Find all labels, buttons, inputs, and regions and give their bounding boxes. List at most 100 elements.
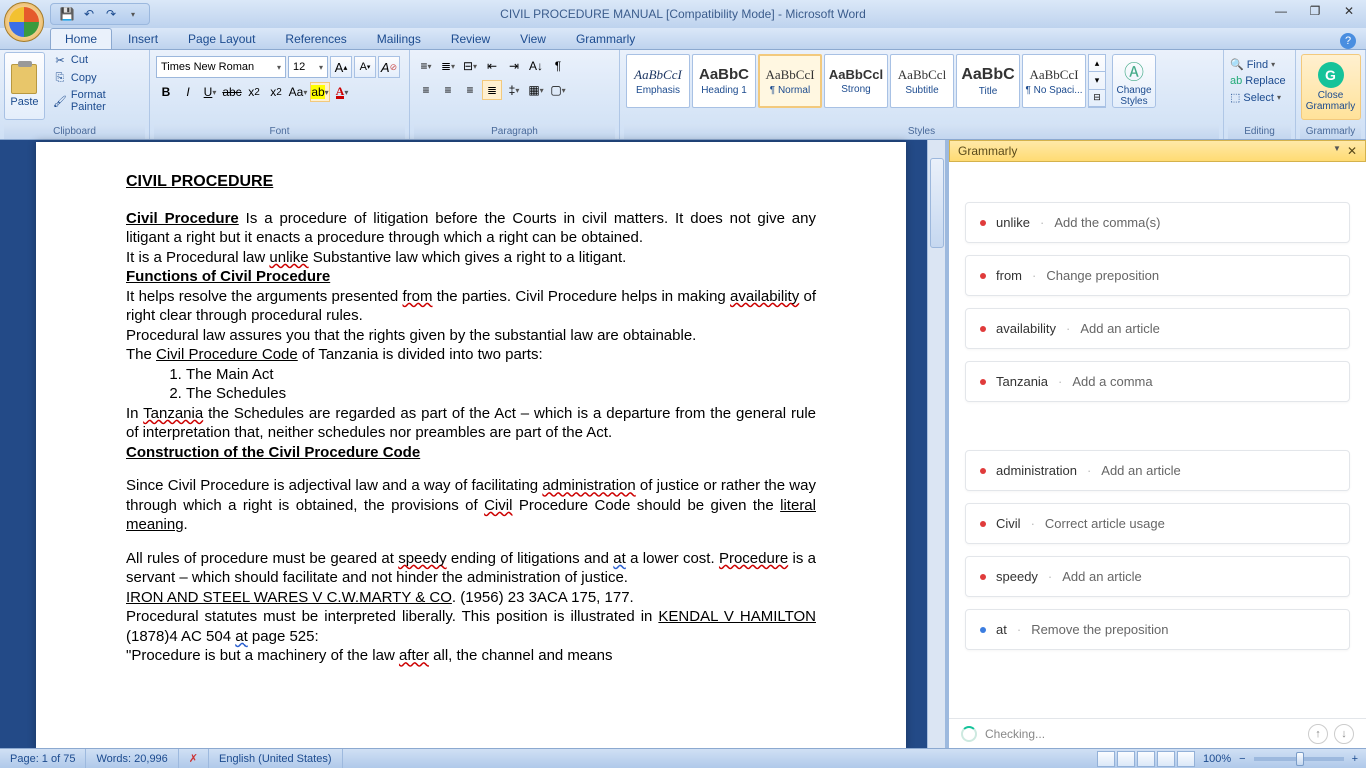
font-size-combo[interactable]: 12▾ <box>288 56 328 78</box>
italic-button[interactable]: I <box>178 82 198 102</box>
numbering-button[interactable]: ≣▾ <box>438 56 458 76</box>
justify-button[interactable]: ≣ <box>482 80 502 100</box>
style-subtitle[interactable]: AaBbCclSubtitle <box>890 54 954 108</box>
grammarly-card[interactable]: Tanzania·Add a comma <box>965 361 1350 402</box>
grammarly-card[interactable]: Civil·Correct article usage <box>965 503 1350 544</box>
grammarly-card[interactable]: administration·Add an article <box>965 450 1350 491</box>
format-painter-button[interactable]: 🖌Format Painter <box>49 88 145 114</box>
close-grammarly-button[interactable]: G Close Grammarly <box>1301 54 1361 120</box>
scrollbar-thumb[interactable] <box>930 158 944 248</box>
replace-button[interactable]: abReplace <box>1228 73 1288 89</box>
grammarly-card[interactable]: unlike·Add the comma(s) <box>965 202 1350 243</box>
panel-close-icon[interactable]: ✕ <box>1347 144 1357 158</box>
font-name-combo[interactable]: Times New Roman▾ <box>156 56 286 78</box>
line-spacing-button[interactable]: ‡▾ <box>504 80 524 100</box>
grammarly-card[interactable]: speedy·Add an article <box>965 556 1350 597</box>
shrink-font-button[interactable]: A▾ <box>354 56 376 78</box>
status-words[interactable]: Words: 20,996 <box>86 749 178 768</box>
redo-icon[interactable]: ↷ <box>103 6 119 22</box>
tab-page-layout[interactable]: Page Layout <box>174 29 269 49</box>
alert-dot-icon <box>980 521 986 527</box>
save-icon[interactable]: 💾 <box>59 6 75 22</box>
status-proofing[interactable]: ✗ <box>179 749 209 768</box>
tab-grammarly[interactable]: Grammarly <box>562 29 649 49</box>
clear-formatting-button[interactable]: A⊘ <box>378 56 400 78</box>
bold-button[interactable]: B <box>156 82 176 102</box>
strikethrough-button[interactable]: abc <box>222 82 242 102</box>
grammarly-card[interactable]: availability·Add an article <box>965 308 1350 349</box>
qat-customize-icon[interactable]: ▾ <box>125 6 141 22</box>
subscript-button[interactable]: x2 <box>244 82 264 102</box>
view-draft-button[interactable] <box>1177 751 1195 767</box>
borders-button[interactable]: ▢▾ <box>548 80 568 100</box>
view-print-layout-button[interactable] <box>1097 751 1115 767</box>
style-title[interactable]: AaBbCTitle <box>956 54 1020 108</box>
zoom-level[interactable]: 100% <box>1203 753 1231 765</box>
view-outline-button[interactable] <box>1157 751 1175 767</box>
vertical-scrollbar[interactable] <box>927 140 945 748</box>
decrease-indent-button[interactable]: ⇤ <box>482 56 502 76</box>
office-button[interactable] <box>4 2 44 42</box>
zoom-out-button[interactable]: − <box>1239 753 1245 765</box>
grammarly-card[interactable]: at·Remove the preposition <box>965 609 1350 650</box>
doc-heading: Construction of the Civil Procedure Code <box>126 443 816 463</box>
paste-button[interactable]: Paste <box>4 52 45 120</box>
style-normal[interactable]: AaBbCcI¶ Normal <box>758 54 822 108</box>
style-emphasis[interactable]: AaBbCcIEmphasis <box>626 54 690 108</box>
minimize-button[interactable]: — <box>1270 2 1292 20</box>
nav-up-button[interactable]: ↑ <box>1308 724 1328 744</box>
status-page[interactable]: Page: 1 of 75 <box>0 749 86 768</box>
zoom-in-button[interactable]: + <box>1352 753 1358 765</box>
shading-button[interactable]: ▦▾ <box>526 80 546 100</box>
tab-view[interactable]: View <box>506 29 560 49</box>
grow-font-button[interactable]: A▴ <box>330 56 352 78</box>
grammarly-card[interactable]: from·Change preposition <box>965 255 1350 296</box>
style-nospacing[interactable]: AaBbCcI¶ No Spaci... <box>1022 54 1086 108</box>
change-styles-button[interactable]: Ⓐ Change Styles <box>1112 54 1156 108</box>
find-button[interactable]: 🔍Find▾ <box>1228 56 1277 73</box>
style-strong[interactable]: AaBbCclStrong <box>824 54 888 108</box>
document-page[interactable]: CIVIL PROCEDURE Civil Procedure Is a pro… <box>36 142 906 750</box>
tab-review[interactable]: Review <box>437 29 504 49</box>
styles-more-button[interactable]: ▴▾⊟ <box>1088 54 1106 108</box>
align-left-button[interactable]: ≡ <box>416 80 436 100</box>
style-heading1[interactable]: AaBbCHeading 1 <box>692 54 756 108</box>
tab-home[interactable]: Home <box>50 28 112 49</box>
copy-button[interactable]: ⎘Copy <box>49 70 145 86</box>
help-icon[interactable]: ? <box>1340 33 1356 49</box>
font-color-button[interactable]: A▾ <box>332 82 352 102</box>
tab-mailings[interactable]: Mailings <box>363 29 435 49</box>
underline-button[interactable]: U▾ <box>200 82 220 102</box>
status-language[interactable]: English (United States) <box>209 749 343 768</box>
change-case-button[interactable]: Aa▾ <box>288 82 308 102</box>
view-full-screen-button[interactable] <box>1117 751 1135 767</box>
doc-paragraph: Since Civil Procedure is adjectival law … <box>126 476 816 535</box>
close-button[interactable]: ✕ <box>1338 2 1360 20</box>
group-label-grammarly: Grammarly <box>1300 124 1361 139</box>
zoom-slider-thumb[interactable] <box>1296 752 1304 766</box>
panel-dropdown-icon[interactable]: ▼ <box>1333 144 1341 158</box>
group-clipboard: Paste ✂Cut ⎘Copy 🖌Format Painter Clipboa… <box>0 50 150 139</box>
grammarly-card-action: Correct article usage <box>1045 516 1165 531</box>
align-right-button[interactable]: ≡ <box>460 80 480 100</box>
show-hide-button[interactable]: ¶ <box>548 56 568 76</box>
select-button[interactable]: ⬚Select▾ <box>1228 89 1283 106</box>
nav-down-button[interactable]: ↓ <box>1334 724 1354 744</box>
sort-button[interactable]: A↓ <box>526 56 546 76</box>
maximize-button[interactable]: ❐ <box>1304 2 1326 20</box>
style-preview: AaBbCcl <box>898 67 946 83</box>
superscript-button[interactable]: x2 <box>266 82 286 102</box>
zoom-slider[interactable] <box>1254 757 1344 761</box>
change-styles-label: Change Styles <box>1113 85 1155 107</box>
increase-indent-button[interactable]: ⇥ <box>504 56 524 76</box>
tab-insert[interactable]: Insert <box>114 29 172 49</box>
style-name: ¶ No Spaci... <box>1025 85 1082 96</box>
tab-references[interactable]: References <box>271 29 360 49</box>
undo-icon[interactable]: ↶ <box>81 6 97 22</box>
highlight-button[interactable]: ab▾ <box>310 82 330 102</box>
multilevel-list-button[interactable]: ⊟▾ <box>460 56 480 76</box>
cut-button[interactable]: ✂Cut <box>49 52 145 68</box>
view-web-layout-button[interactable] <box>1137 751 1155 767</box>
align-center-button[interactable]: ≡ <box>438 80 458 100</box>
bullets-button[interactable]: ≡▾ <box>416 56 436 76</box>
